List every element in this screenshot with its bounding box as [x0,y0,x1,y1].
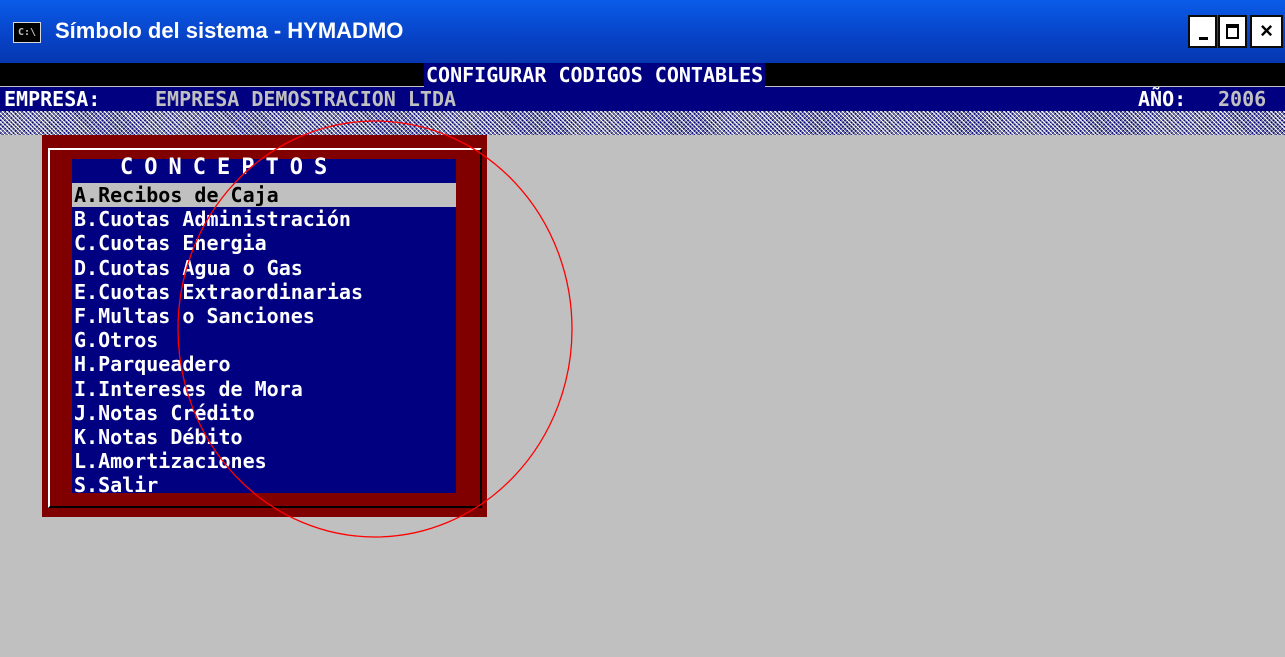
title-bar[interactable]: C:\ Símbolo del sistema - HYMADMO × [0,0,1285,63]
close-button[interactable]: × [1250,15,1283,48]
menu-item[interactable]: S.Salir [72,473,456,497]
anio-value: 2006 [1218,87,1267,111]
empresa-value: EMPRESA DEMOSTRACION LTDA [155,87,457,111]
menu-item[interactable]: F.Multas o Sanciones [72,304,456,328]
menu-item[interactable]: I.Intereses de Mora [72,377,456,401]
menu-item[interactable]: L.Amortizaciones [72,449,456,473]
command-prompt-window: C:\ Símbolo del sistema - HYMADMO × CONF… [0,0,1285,657]
menu-item[interactable]: H.Parqueadero [72,352,456,376]
empresa-label: EMPRESA: [4,87,101,111]
anio-label: AÑO: [1138,87,1187,111]
screen-title: CONFIGURAR CODIGOS CONTABLES [424,63,766,87]
menu-item[interactable]: B.Cuotas Administración [72,207,456,231]
hatched-divider [0,111,1285,135]
menu-item[interactable]: E.Cuotas Extraordinarias [72,280,456,304]
close-icon: × [1260,18,1273,43]
company-bar: EMPRESA: EMPRESA DEMOSTRACION LTDA AÑO: … [0,87,1285,111]
menu-list: A.Recibos de Caja B.Cuotas Administración… [72,183,456,497]
menu-item[interactable]: C.Cuotas Energia [72,231,456,255]
menu-item[interactable]: A.Recibos de Caja [72,183,456,208]
console-icon[interactable]: C:\ [13,22,41,43]
menu-item[interactable]: J.Notas Crédito [72,401,456,425]
maximize-button[interactable] [1218,15,1247,48]
menu-item[interactable]: G.Otros [72,328,456,352]
menu-item[interactable]: K.Notas Débito [72,425,456,449]
menu-item[interactable]: D.Cuotas Agua o Gas [72,256,456,280]
minimize-icon [1199,37,1208,40]
minimize-button[interactable] [1188,15,1217,48]
window-title: Símbolo del sistema - HYMADMO [55,18,404,43]
menu-heading: CONCEPTOS [120,155,339,180]
maximize-icon [1226,24,1239,39]
